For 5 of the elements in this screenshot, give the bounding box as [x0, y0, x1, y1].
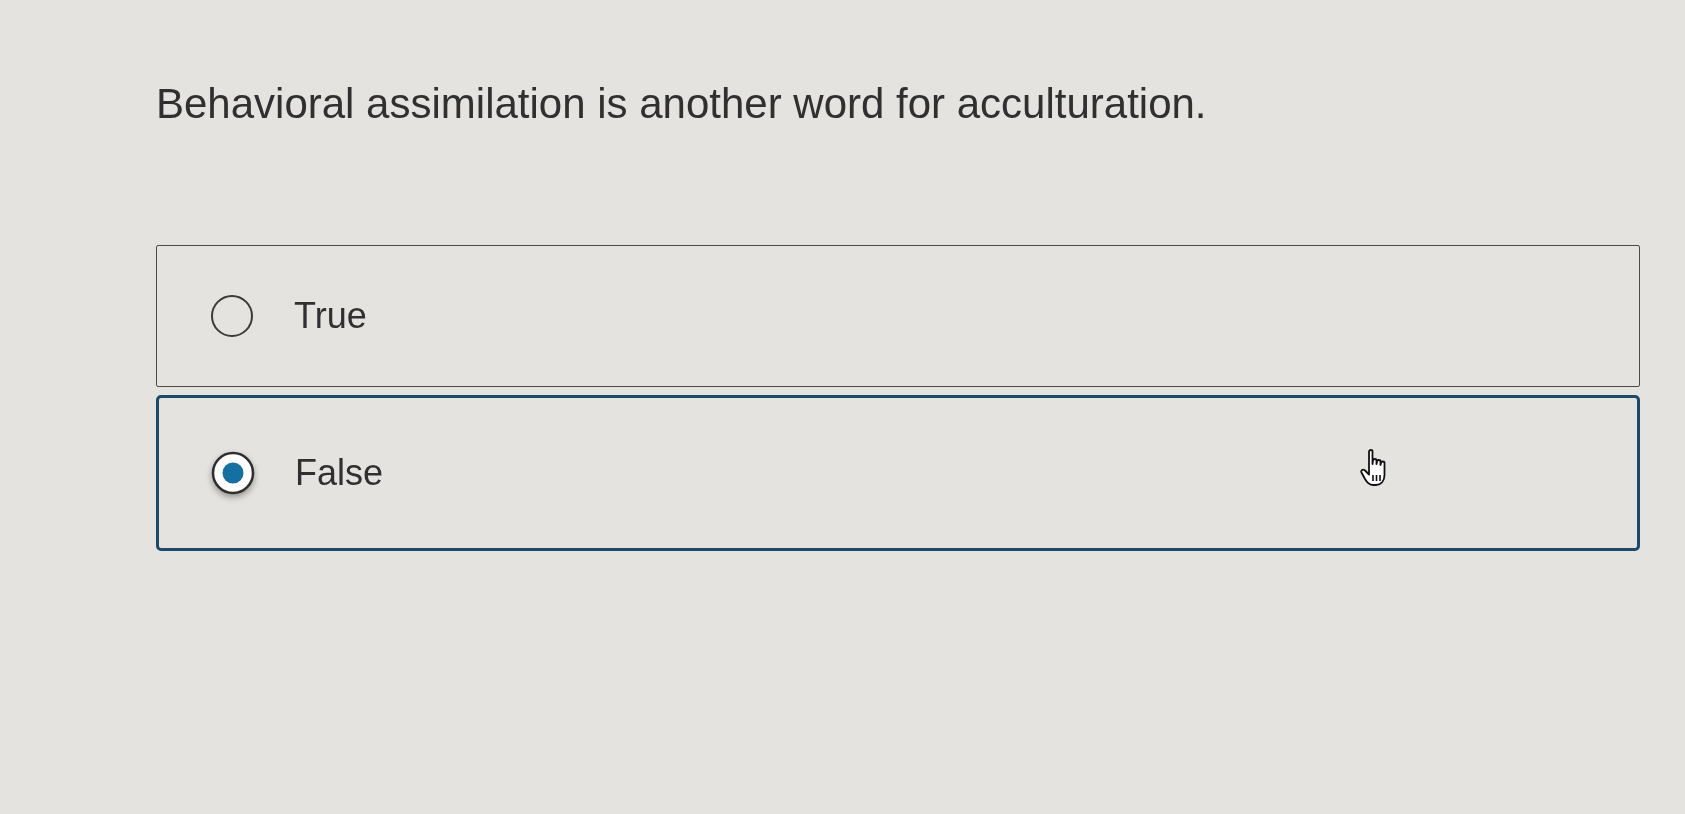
- answer-option[interactable]: True: [156, 245, 1640, 387]
- question-text: Behavioral assimilation is another word for acculturation.: [156, 79, 1207, 129]
- answer-option[interactable]: False: [156, 395, 1640, 551]
- radio-button[interactable]: [211, 451, 255, 495]
- radio-button[interactable]: [210, 294, 254, 338]
